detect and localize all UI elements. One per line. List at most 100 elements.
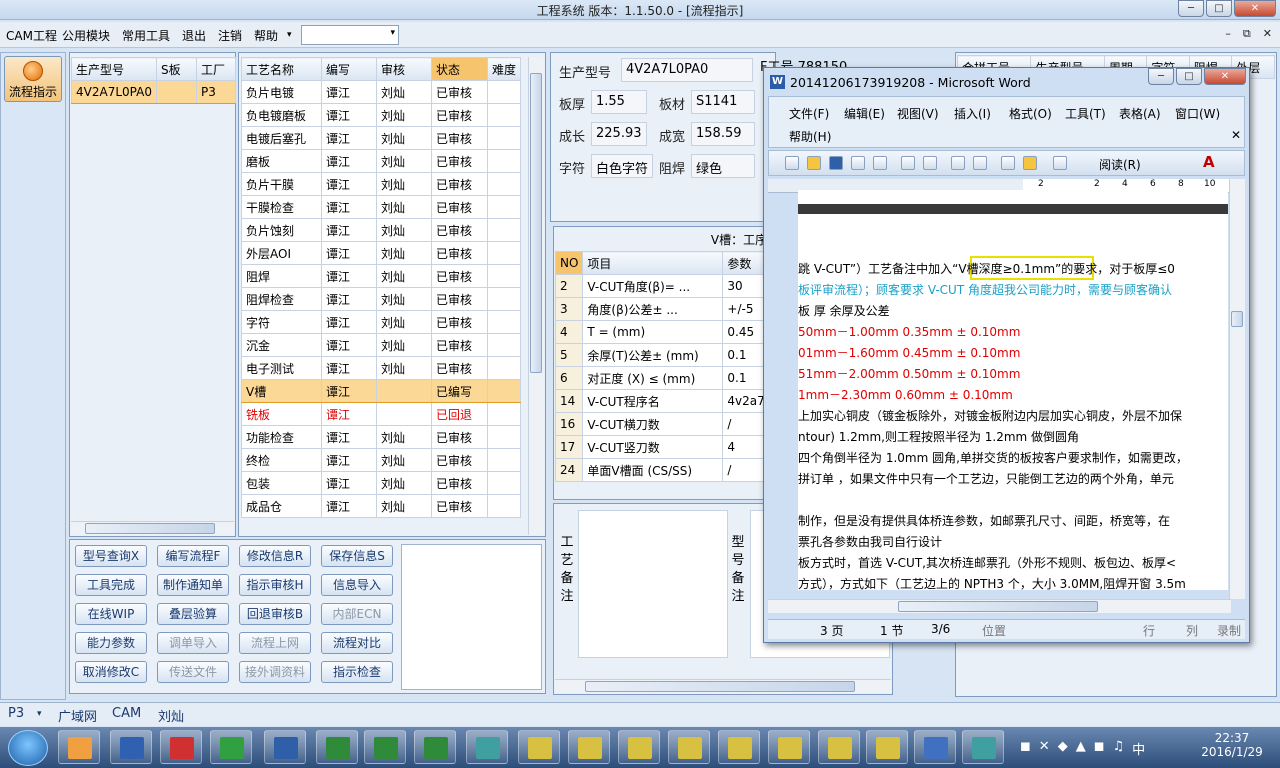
thickness-field[interactable]: 1.55 bbox=[591, 90, 647, 114]
app-window-icon[interactable] bbox=[866, 730, 908, 764]
action-button[interactable]: 保存信息S bbox=[321, 545, 393, 567]
excel-task-icon[interactable] bbox=[364, 730, 406, 764]
excel-task-icon[interactable] bbox=[316, 730, 358, 764]
col-writer[interactable]: 编写 bbox=[320, 57, 377, 81]
action-button[interactable]: 叠层验算 bbox=[157, 603, 229, 625]
app-window-icon[interactable] bbox=[668, 730, 710, 764]
table-row[interactable]: 铣板 谭江 已回退 bbox=[241, 402, 522, 426]
app-window-icon[interactable] bbox=[768, 730, 810, 764]
start-button[interactable] bbox=[8, 730, 48, 766]
word-menu-edit[interactable]: 编辑(E) bbox=[844, 105, 885, 122]
print-preview-icon[interactable] bbox=[923, 156, 937, 170]
minimize-button[interactable]: ─ bbox=[1178, 0, 1204, 17]
menu-exit[interactable]: 退出 bbox=[182, 27, 206, 44]
col-difficulty[interactable]: 难度 bbox=[486, 57, 522, 81]
tray-icon[interactable]: ◼ bbox=[1020, 739, 1031, 758]
table-row[interactable]: 4V2A7L0PA0 P3 bbox=[71, 80, 237, 104]
app-window-icon[interactable] bbox=[818, 730, 860, 764]
word-menu-insert[interactable]: 插入(I) bbox=[954, 105, 991, 122]
document-app-icon[interactable] bbox=[914, 730, 956, 764]
table-row[interactable]: 包装 谭江 刘灿 已审核 bbox=[241, 471, 522, 495]
action-button[interactable]: 流程对比 bbox=[321, 632, 393, 654]
table-row[interactable]: 电子测试 谭江 刘灿 已审核 bbox=[241, 356, 522, 380]
excel-task-icon[interactable] bbox=[414, 730, 456, 764]
table-row[interactable]: 负片干膜 谭江 刘灿 已审核 bbox=[241, 172, 522, 196]
red-app-icon[interactable] bbox=[160, 730, 202, 764]
save-icon[interactable] bbox=[829, 156, 843, 170]
table-row[interactable]: 负片电镀 谭江 刘灿 已审核 bbox=[241, 80, 522, 104]
open-folder-icon[interactable] bbox=[807, 156, 821, 170]
table-row[interactable]: 干膜检查 谭江 刘灿 已审核 bbox=[241, 195, 522, 219]
save-app-icon[interactable] bbox=[110, 730, 152, 764]
flow-instruction-button[interactable]: 流程指示 bbox=[4, 56, 62, 102]
char-field[interactable]: 白色字符 bbox=[591, 154, 653, 178]
action-button[interactable]: 指示检查 bbox=[321, 661, 393, 683]
table-row[interactable]: 负片蚀刻 谭江 刘灿 已审核 bbox=[241, 218, 522, 242]
action-button[interactable]: 制作通知单 bbox=[157, 574, 229, 596]
menu-help[interactable]: 帮助 bbox=[254, 27, 278, 44]
chevron-down-icon[interactable]: ▾ bbox=[287, 30, 292, 40]
close-icon[interactable]: ✕ bbox=[1231, 128, 1241, 142]
volume-icon[interactable]: ♫ bbox=[1113, 739, 1125, 758]
clock[interactable]: 22:37 2016/1/29 bbox=[1196, 731, 1268, 759]
action-button[interactable]: 修改信息R bbox=[239, 545, 311, 567]
word-menu-help[interactable]: 帮助(H) bbox=[789, 128, 831, 145]
word-maximize-button[interactable]: □ bbox=[1176, 68, 1202, 85]
network-app-icon[interactable] bbox=[962, 730, 1004, 764]
network-app-icon[interactable] bbox=[466, 730, 508, 764]
word-document-page[interactable]: 跳 V-CUT”）工艺备注中加入“V槽深度≥0.1mm”的要求，对于板厚≤0 板评… bbox=[798, 190, 1228, 590]
word-close-button[interactable]: ✕ bbox=[1204, 68, 1246, 85]
word-menu-tools[interactable]: 工具(T) bbox=[1065, 105, 1106, 122]
word-menu-format[interactable]: 格式(O) bbox=[1009, 105, 1052, 122]
material-field[interactable]: S1141 bbox=[691, 90, 755, 114]
word-hscroll[interactable] bbox=[768, 599, 1231, 613]
table-row[interactable]: 阻焊 谭江 刘灿 已审核 bbox=[241, 264, 522, 288]
scroll-thumb[interactable] bbox=[1231, 311, 1243, 327]
menu-cam[interactable]: CAM工程 bbox=[6, 27, 57, 44]
toolbar-combo[interactable]: ▾ bbox=[301, 25, 399, 45]
action-button[interactable]: 回退审核B bbox=[239, 603, 311, 625]
col-status[interactable]: 状态 bbox=[430, 57, 488, 81]
research-icon[interactable] bbox=[973, 156, 987, 170]
undo-icon[interactable] bbox=[1053, 156, 1067, 170]
col-factory[interactable]: 工厂 bbox=[195, 57, 237, 81]
paste-icon[interactable] bbox=[1023, 156, 1037, 170]
action-button[interactable]: 调单导入 bbox=[157, 632, 229, 654]
col-item[interactable]: 项目 bbox=[582, 251, 724, 275]
mdi-close-button[interactable]: ✕ bbox=[1263, 27, 1272, 41]
reading-mode-button[interactable]: 阅读(R) bbox=[1099, 156, 1141, 173]
action-button[interactable]: 接外调资料 bbox=[239, 661, 311, 683]
scroll-thumb[interactable] bbox=[530, 73, 542, 373]
new-doc-icon[interactable] bbox=[785, 156, 799, 170]
width-field[interactable]: 158.59 bbox=[691, 122, 755, 146]
scroll-thumb[interactable] bbox=[85, 523, 215, 534]
close-button[interactable]: ✕ bbox=[1234, 0, 1276, 17]
table-row[interactable]: 阻焊检查 谭江 刘灿 已审核 bbox=[241, 287, 522, 311]
table-row[interactable]: 外层AOI 谭江 刘灿 已审核 bbox=[241, 241, 522, 265]
permission-icon[interactable] bbox=[851, 156, 865, 170]
menu-common-module[interactable]: 公用模块 bbox=[62, 27, 110, 44]
word-menu-view[interactable]: 视图(V) bbox=[897, 105, 939, 122]
spelling-icon[interactable] bbox=[951, 156, 965, 170]
explorer-icon[interactable] bbox=[58, 730, 100, 764]
action-button[interactable]: 内部ECN bbox=[321, 603, 393, 625]
action-button[interactable]: 指示审核H bbox=[239, 574, 311, 596]
tray-icon[interactable]: ✕ bbox=[1039, 739, 1050, 758]
font-color-icon[interactable]: A bbox=[1203, 153, 1215, 171]
action-button[interactable]: 工具完成 bbox=[75, 574, 147, 596]
copy-icon[interactable] bbox=[1001, 156, 1015, 170]
word-minimize-button[interactable]: ─ bbox=[1148, 68, 1174, 85]
mdi-restore-button[interactable]: ⧉ bbox=[1243, 27, 1251, 41]
notes-hscroll[interactable] bbox=[555, 679, 891, 693]
app-window-icon[interactable] bbox=[568, 730, 610, 764]
word-menu-file[interactable]: 文件(F) bbox=[789, 105, 829, 122]
table-row[interactable]: 负电镀磨板 谭江 刘灿 已审核 bbox=[241, 103, 522, 127]
word-task-icon[interactable] bbox=[264, 730, 306, 764]
green-app-icon[interactable] bbox=[210, 730, 252, 764]
model-field[interactable]: 4V2A7L0PA0 bbox=[621, 58, 753, 82]
table-row[interactable]: 字符 谭江 刘灿 已审核 bbox=[241, 310, 522, 334]
action-button[interactable]: 取消修改C bbox=[75, 661, 147, 683]
action-button[interactable]: 传送文件 bbox=[157, 661, 229, 683]
action-button[interactable]: 流程上网 bbox=[239, 632, 311, 654]
app-window-icon[interactable] bbox=[618, 730, 660, 764]
